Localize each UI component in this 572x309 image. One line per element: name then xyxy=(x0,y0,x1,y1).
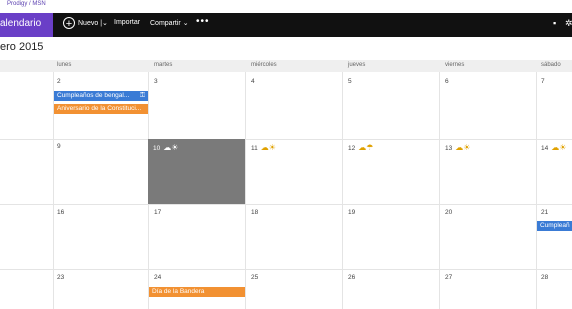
share-button[interactable]: Compartir ⌄ xyxy=(150,19,189,27)
weekday-label: miércoles xyxy=(251,62,277,68)
day-number[interactable]: 21 xyxy=(541,209,548,216)
event-birthday[interactable]: Cumpleaños de bengal... ⚿ xyxy=(54,91,148,101)
day-number[interactable]: 24 xyxy=(154,274,161,281)
day-number[interactable]: 2 xyxy=(57,78,61,85)
day-number[interactable]: 27 xyxy=(445,274,452,281)
day-number[interactable]: 20 xyxy=(445,209,452,216)
day-number[interactable]: 6 xyxy=(445,78,449,85)
new-button[interactable]: Nuevo |⌄ xyxy=(78,19,108,27)
weekday-label: lunes xyxy=(57,62,72,68)
month-title: ero 2015 xyxy=(0,41,44,53)
day-number[interactable]: 25 xyxy=(251,274,258,281)
day-number[interactable]: 19 xyxy=(348,209,355,216)
event-constitution[interactable]: Aniversario de la Constituci... xyxy=(54,104,148,114)
day-number[interactable]: 28 xyxy=(541,274,548,281)
day-number[interactable]: 13 ☁☀ xyxy=(445,143,470,152)
grid-line xyxy=(342,72,343,309)
grid-line xyxy=(439,72,440,309)
day-number[interactable]: 3 xyxy=(154,78,158,85)
day-number[interactable]: 7 xyxy=(541,78,545,85)
day-number[interactable]: 9 xyxy=(57,143,61,150)
day-number[interactable]: 12 ☁☂ xyxy=(348,143,373,152)
top-strip: Prodigy / MSN xyxy=(0,0,572,13)
chevron-down-icon[interactable]: |⌄ xyxy=(100,20,108,27)
grid-line xyxy=(536,72,537,309)
chevron-down-icon: ⌄ xyxy=(182,20,189,27)
app-bar: alendario + Nuevo |⌄ Importar Compartir … xyxy=(0,13,572,37)
cloud-rain-icon: ☁☂ xyxy=(358,143,374,152)
day-number[interactable]: 17 xyxy=(154,209,161,216)
day-number[interactable]: 18 xyxy=(251,209,258,216)
sun-cloud-icon: ☁☀ xyxy=(551,143,567,152)
event-flag-day[interactable]: Día de la Bandera xyxy=(149,287,245,297)
weekday-label: sábado xyxy=(541,62,561,68)
more-button[interactable]: ••• xyxy=(196,16,210,27)
new-plus-icon[interactable]: + xyxy=(63,17,75,30)
event-birthday-2[interactable]: Cumpleañ xyxy=(537,221,572,231)
day-number[interactable]: 4 xyxy=(251,78,255,85)
import-button[interactable]: Importar xyxy=(114,19,140,26)
grid-line xyxy=(0,204,572,205)
day-number[interactable]: 26 xyxy=(348,274,355,281)
day-number[interactable]: 11 ☁☀ xyxy=(251,143,276,152)
top-strip-text: Prodigy / MSN xyxy=(7,1,46,7)
grid-line xyxy=(245,72,246,309)
chat-icon[interactable]: ▪ xyxy=(553,18,556,28)
weekday-label: martes xyxy=(154,62,173,68)
grid-line xyxy=(0,269,572,270)
day-number[interactable]: 23 xyxy=(57,274,64,281)
weekday-label: jueves xyxy=(348,62,366,68)
today-cell[interactable]: 10 ☁☀ xyxy=(148,139,245,204)
sun-cloud-icon: ☁☀ xyxy=(260,143,276,152)
day-number[interactable]: 14 ☁☀ xyxy=(541,143,566,152)
lock-icon: ⚿ xyxy=(140,92,145,99)
partly-cloudy-icon: ☁☀ xyxy=(163,143,179,152)
app-title-block[interactable]: alendario xyxy=(0,13,53,37)
app-title: alendario xyxy=(0,18,42,29)
gear-icon[interactable]: ✲ xyxy=(565,18,572,29)
day-number[interactable]: 16 xyxy=(57,209,64,216)
day-number: 10 ☁☀ xyxy=(153,143,179,152)
day-number[interactable]: 5 xyxy=(348,78,352,85)
weekday-label: viernes xyxy=(445,62,465,68)
grid-line xyxy=(0,139,572,140)
sun-cloud-icon: ☁☀ xyxy=(455,143,471,152)
weekday-header: lunes martes miércoles jueves viernes sá… xyxy=(0,60,572,72)
